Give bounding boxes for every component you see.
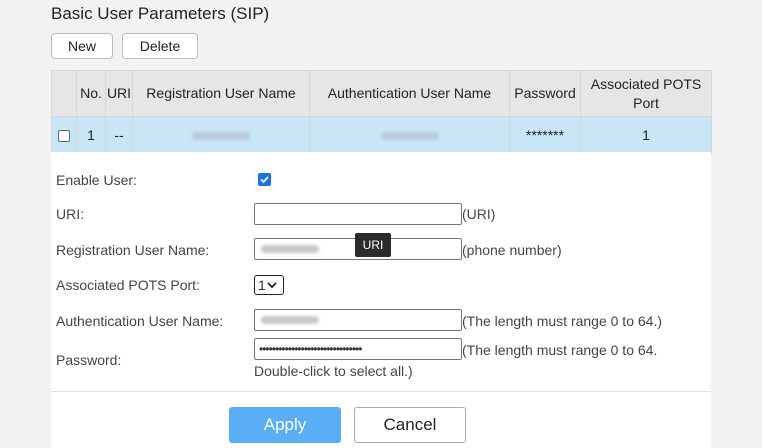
row-checkbox[interactable]: [58, 130, 70, 143]
registration-user-name-label: Registration User Name:: [56, 242, 210, 258]
page-title: Basic User Parameters (SIP): [51, 4, 270, 23]
cell-authentication-user-name: [309, 116, 510, 154]
header-registration-user-name[interactable]: Registration User Name: [132, 70, 310, 117]
cell-associated-pots-port: 1: [580, 116, 712, 154]
associated-pots-port-select[interactable]: 1: [254, 275, 284, 295]
table-header-row: No. URI Registration User Name Authentic…: [51, 70, 712, 117]
uri-input[interactable]: [254, 203, 462, 225]
apply-button[interactable]: Apply: [229, 407, 341, 443]
header-password[interactable]: Password: [509, 70, 581, 117]
delete-button[interactable]: Delete: [122, 33, 198, 59]
password-hint: (The length must range 0 to 64.: [462, 342, 658, 358]
header-authentication-user-name[interactable]: Authentication User Name: [309, 70, 510, 117]
cancel-button[interactable]: Cancel: [354, 407, 466, 443]
authentication-user-name-input[interactable]: [254, 309, 462, 331]
row-select-cell[interactable]: [51, 116, 77, 154]
form-divider: [51, 391, 711, 392]
cell-password: *******: [509, 116, 581, 154]
user-config-form: Enable User: URI: (URI) Registration Use…: [51, 152, 711, 448]
chevron-down-icon: [267, 282, 277, 289]
associated-pots-port-value: 1: [258, 277, 266, 293]
redacted-value: [261, 245, 319, 253]
table-row[interactable]: 1 -- ******* 1: [51, 116, 712, 154]
cell-uri: --: [105, 116, 133, 154]
cell-no: 1: [76, 116, 106, 154]
header-no[interactable]: No.: [76, 70, 106, 117]
new-button[interactable]: New: [51, 33, 113, 59]
redacted-value: [192, 132, 250, 141]
user-table: No. URI Registration User Name Authentic…: [51, 70, 712, 154]
password-label: Password:: [56, 352, 122, 368]
redacted-value: [380, 132, 439, 141]
check-icon: [260, 176, 269, 184]
redacted-value: [261, 316, 319, 324]
enable-user-checkbox[interactable]: [258, 173, 271, 186]
enable-user-label: Enable User:: [56, 172, 137, 188]
header-uri[interactable]: URI: [105, 70, 133, 117]
authentication-user-name-hint: (The length must range 0 to 64.): [462, 313, 662, 329]
header-select: [51, 70, 77, 117]
uri-tooltip: URI: [355, 233, 391, 257]
cell-registration-user-name: [132, 116, 310, 154]
uri-hint: (URI): [462, 206, 496, 222]
authentication-user-name-label: Authentication User Name:: [56, 313, 224, 329]
associated-pots-port-label: Associated POTS Port:: [56, 277, 200, 293]
registration-user-name-hint: (phone number): [462, 242, 562, 258]
uri-label: URI:: [56, 206, 84, 222]
password-input[interactable]: ••••••••••••••••••••••••••••••••: [254, 338, 462, 360]
password-hint-continued: Double-click to select all.): [254, 363, 413, 379]
header-associated-pots-port[interactable]: Associated POTS Port: [580, 70, 712, 117]
